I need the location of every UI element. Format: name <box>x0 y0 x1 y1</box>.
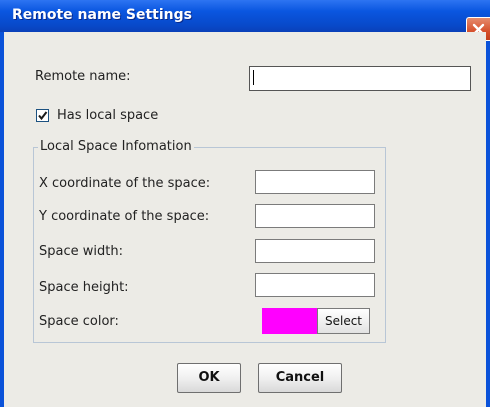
has-local-space-checkbox[interactable] <box>36 109 49 122</box>
space-color-label: Space color: <box>39 314 119 329</box>
checkmark-icon <box>38 111 48 121</box>
y-coordinate-input[interactable] <box>255 204 375 228</box>
space-height-input[interactable] <box>255 273 375 297</box>
cancel-button[interactable]: Cancel <box>258 363 342 393</box>
x-coordinate-input[interactable] <box>255 170 375 194</box>
x-coordinate-label: X coordinate of the space: <box>39 176 211 191</box>
space-height-label: Space height: <box>39 280 129 295</box>
space-width-label: Space width: <box>39 244 123 259</box>
y-coordinate-label: Y coordinate of the space: <box>39 209 210 224</box>
ok-button[interactable]: OK <box>177 363 241 393</box>
space-width-input[interactable] <box>255 239 375 263</box>
title-bar[interactable]: Remote name Settings <box>0 0 490 32</box>
has-local-space-label: Has local space <box>57 108 159 123</box>
local-space-group-title: Local Space Infomation <box>38 139 194 154</box>
space-color-swatch <box>262 308 317 334</box>
select-color-button[interactable]: Select <box>317 308 370 334</box>
window-title: Remote name Settings <box>12 7 192 23</box>
text-caret <box>253 70 254 85</box>
remote-name-label: Remote name: <box>35 69 131 84</box>
remote-name-input[interactable] <box>249 66 471 91</box>
